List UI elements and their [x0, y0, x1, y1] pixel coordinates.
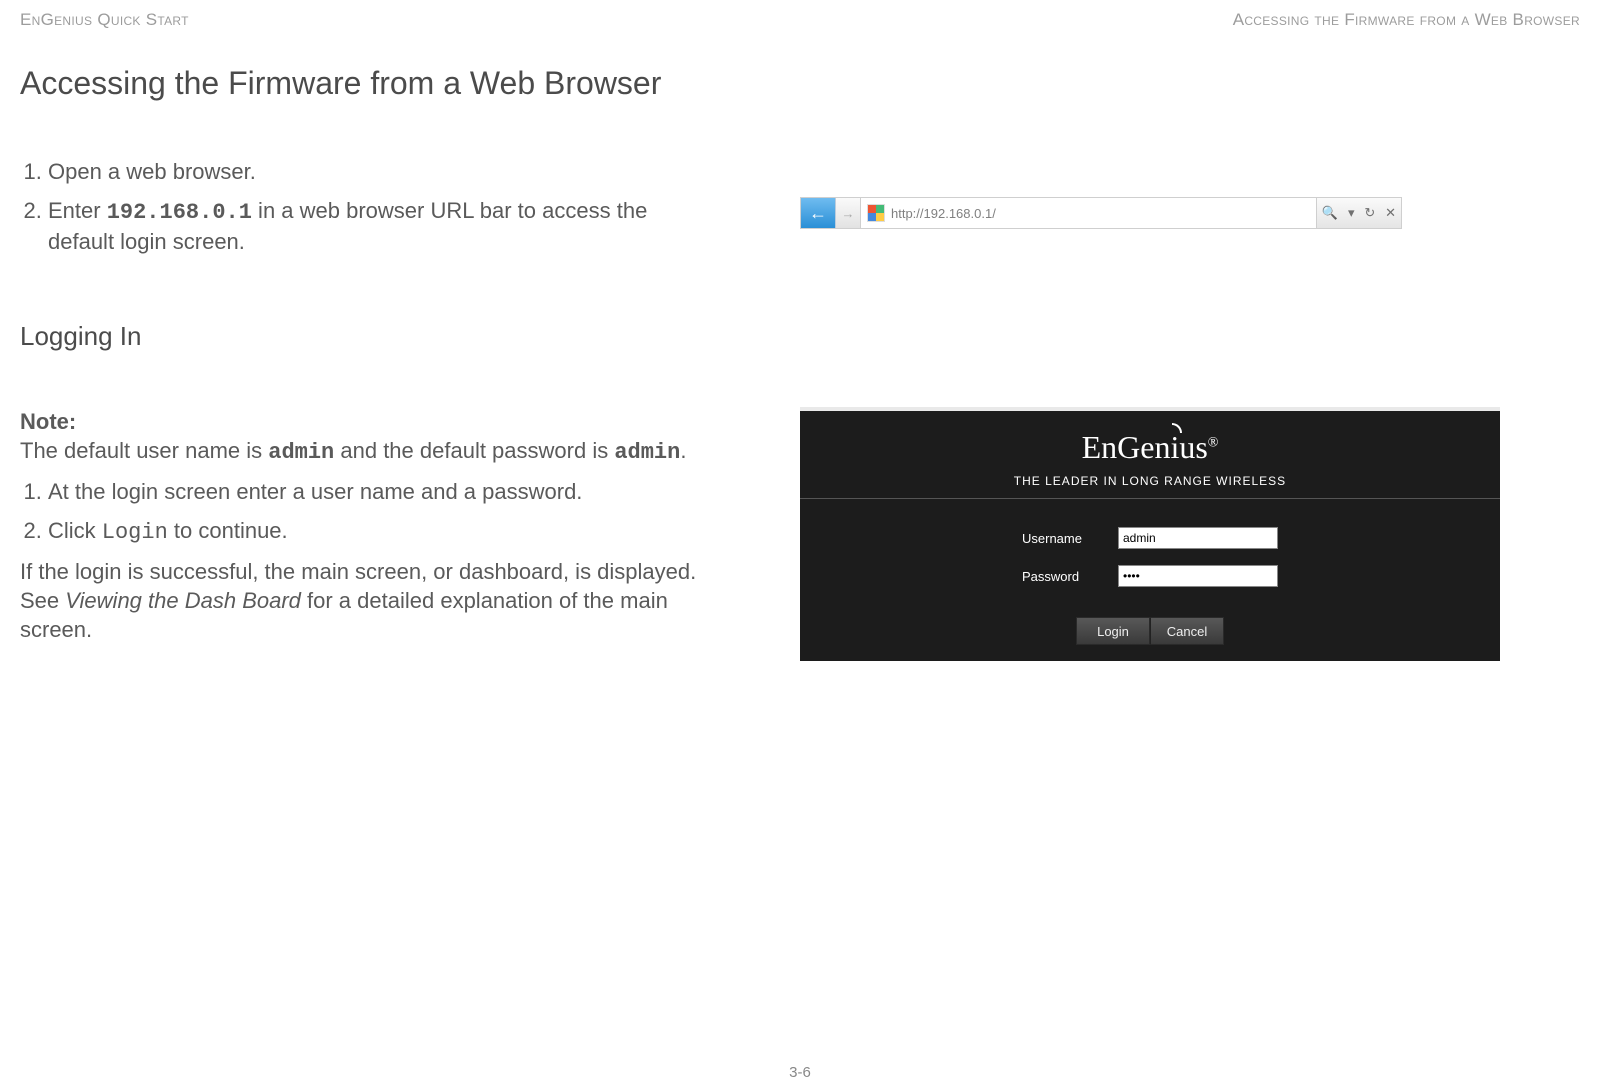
section-heading-logging-in: Logging In: [20, 321, 1580, 352]
login-step-1: At the login screen enter a user name an…: [48, 477, 700, 506]
login-step-2-post: to continue.: [168, 518, 288, 543]
access-step-2: Enter 192.168.0.1 in a web browser URL b…: [48, 196, 700, 256]
running-header: EnGenius Quick Start Accessing the Firmw…: [20, 10, 1580, 30]
access-steps: Open a web browser. Enter 192.168.0.1 in…: [20, 157, 700, 256]
login-buttons: Login Cancel: [800, 603, 1500, 661]
brand-logo: EnGenius®: [800, 411, 1500, 466]
username-row: Username: [1022, 527, 1278, 549]
back-arrow-icon: ←: [809, 203, 827, 224]
note-pre: The default user name is: [20, 438, 268, 463]
login-form: Username Password: [1022, 527, 1278, 603]
section-login: Note: The default user name is admin and…: [20, 407, 1580, 661]
header-right: Accessing the Firmware from a Web Browse…: [1233, 10, 1580, 30]
password-label: Password: [1022, 569, 1102, 584]
refresh-icon[interactable]: ↻: [1362, 205, 1377, 221]
section-access: Open a web browser. Enter 192.168.0.1 in…: [20, 157, 1580, 266]
login-separator: [800, 498, 1500, 499]
address-text: http://192.168.0.1/: [891, 206, 996, 221]
browser-urlbar: ← → http://192.168.0.1/ 🔍 ▾ ↻ ✕: [800, 197, 1402, 229]
address-field[interactable]: http://192.168.0.1/: [861, 198, 1317, 228]
brand-tagline: THE LEADER IN LONG RANGE WIRELESS: [800, 466, 1500, 498]
note-block: Note: The default user name is admin and…: [20, 407, 700, 467]
note-end: .: [680, 438, 686, 463]
login-screenshot: EnGenius® THE LEADER IN LONG RANGE WIREL…: [800, 407, 1500, 661]
note-user: admin: [268, 440, 334, 465]
password-row: Password: [1022, 565, 1278, 587]
password-input[interactable]: [1118, 565, 1278, 587]
brand-text-post: us: [1179, 429, 1207, 465]
forward-arrow-icon: →: [842, 206, 855, 221]
search-icon[interactable]: 🔍: [1320, 205, 1340, 221]
page-number: 3-6: [0, 1064, 1600, 1081]
note-pass: admin: [614, 440, 680, 465]
username-input[interactable]: [1118, 527, 1278, 549]
urlbar-figure: ← → http://192.168.0.1/ 🔍 ▾ ↻ ✕: [800, 157, 1580, 229]
login-step-2: Click Login to continue.: [48, 516, 700, 547]
username-label: Username: [1022, 531, 1102, 546]
cancel-button[interactable]: Cancel: [1150, 617, 1224, 645]
brand-text-pre: EnGen: [1082, 429, 1171, 465]
login-button[interactable]: Login: [1076, 617, 1150, 645]
brand-registered-icon: ®: [1208, 435, 1219, 450]
login-step-2-code: Login: [102, 520, 168, 545]
brand-text-i: i: [1170, 429, 1179, 466]
login-step-2-pre: Click: [48, 518, 102, 543]
page: EnGenius Quick Start Accessing the Firmw…: [0, 0, 1600, 1091]
login-result-italic: Viewing the Dash Board: [65, 588, 301, 613]
access-step-1: Open a web browser.: [48, 157, 700, 186]
login-steps: At the login screen enter a user name an…: [20, 477, 700, 547]
access-step-2-ip: 192.168.0.1: [107, 200, 252, 225]
urlbar-tools: 🔍 ▾ ↻ ✕: [1317, 198, 1401, 228]
back-button[interactable]: ←: [801, 198, 836, 228]
stop-icon[interactable]: ✕: [1383, 205, 1398, 221]
forward-button[interactable]: →: [836, 198, 861, 228]
login-figure: EnGenius® THE LEADER IN LONG RANGE WIREL…: [800, 407, 1580, 661]
page-title: Accessing the Firmware from a Web Browse…: [20, 65, 1580, 102]
login-result-para: If the login is successful, the main scr…: [20, 557, 700, 644]
header-left: EnGenius Quick Start: [20, 10, 189, 30]
note-label: Note:: [20, 409, 76, 434]
section-access-text: Open a web browser. Enter 192.168.0.1 in…: [20, 157, 700, 266]
access-step-2-pre: Enter: [48, 198, 107, 223]
note-mid: and the default password is: [334, 438, 614, 463]
section-login-text: Note: The default user name is admin and…: [20, 407, 700, 654]
dropdown-icon[interactable]: ▾: [1346, 205, 1357, 221]
site-favicon-icon: [867, 204, 885, 222]
